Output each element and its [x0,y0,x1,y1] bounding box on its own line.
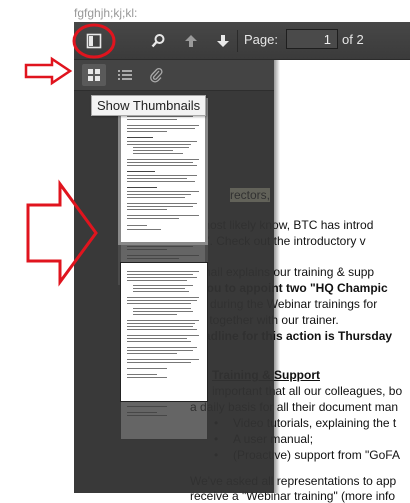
sidebar-toggle-highlight-circle [72,23,116,59]
red-arrow-small-icon [24,56,73,86]
red-arrow-large-icon [26,179,98,287]
red-annotations [24,23,116,287]
